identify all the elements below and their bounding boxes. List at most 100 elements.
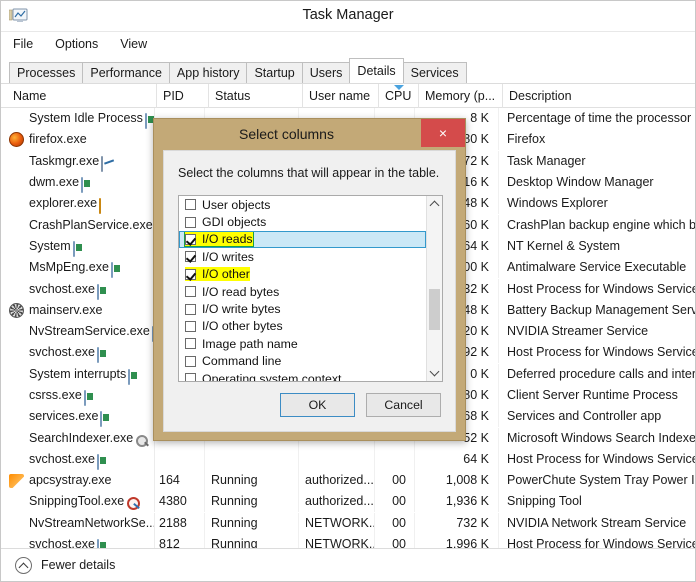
- list-item[interactable]: Command line: [179, 353, 426, 370]
- column-header-name[interactable]: Name: [7, 84, 157, 108]
- list-item[interactable]: GDI objects: [179, 213, 426, 230]
- select-columns-dialog: Select columns × Select the columns that…: [153, 118, 466, 441]
- process-name-cell: NvStreamNetworkSe...: [7, 512, 155, 534]
- ok-button[interactable]: OK: [280, 393, 355, 417]
- task-manager-window: Task Manager File Options View Processes…: [0, 0, 696, 582]
- list-item-label: I/O other bytes: [202, 319, 283, 334]
- fewer-details-button[interactable]: Fewer details: [41, 558, 115, 572]
- list-item-content: Image path name: [185, 337, 298, 351]
- tab-details[interactable]: Details: [349, 58, 404, 83]
- checkbox-icon[interactable]: [185, 320, 196, 332]
- tab-services[interactable]: Services: [402, 62, 467, 83]
- checkbox-icon[interactable]: [185, 199, 196, 211]
- checkbox-icon[interactable]: [185, 373, 196, 381]
- column-header-status[interactable]: Status: [209, 84, 303, 108]
- checkbox-icon[interactable]: [185, 303, 196, 315]
- list-item[interactable]: I/O write bytes: [179, 300, 426, 317]
- menu-bar: File Options View: [1, 32, 695, 55]
- generic-process-icon: [110, 262, 113, 279]
- list-item[interactable]: I/O reads: [179, 230, 426, 249]
- list-item[interactable]: I/O read bytes: [179, 283, 426, 300]
- list-item-label: I/O reads: [202, 232, 253, 247]
- list-item-content: I/O read bytes: [185, 285, 279, 299]
- process-name-cell: explorer.exe: [7, 193, 155, 215]
- process-pid-cell: 2188: [157, 512, 205, 534]
- list-item[interactable]: I/O other bytes: [179, 318, 426, 335]
- process-description-cell: PowerChute System Tray Power Icon: [507, 473, 695, 488]
- process-status-cell: [209, 448, 299, 470]
- scroll-up-icon[interactable]: [427, 196, 442, 212]
- scroll-down-icon[interactable]: [427, 365, 442, 381]
- process-memory-cell: 732 K: [419, 512, 499, 534]
- process-description-cell: Host Process for Windows Services: [507, 281, 695, 296]
- list-item[interactable]: User objects: [179, 196, 426, 213]
- process-status-cell: Running: [209, 470, 299, 492]
- apc-tray-icon: [9, 474, 24, 489]
- table-row[interactable]: svchost.exe 64 K Host Process for Windows …: [1, 448, 695, 470]
- list-item-content: GDI objects: [185, 215, 266, 229]
- close-icon[interactable]: ×: [421, 119, 465, 147]
- checkbox-checked-icon[interactable]: [185, 233, 196, 245]
- cancel-button[interactable]: Cancel: [366, 393, 441, 417]
- process-pid-cell: [157, 448, 205, 470]
- process-name-cell: mainserv.exe: [7, 299, 155, 321]
- checkbox-icon[interactable]: [185, 286, 196, 298]
- tab-startup[interactable]: Startup: [246, 62, 303, 83]
- menu-file[interactable]: File: [11, 36, 35, 52]
- column-header-memory[interactable]: Memory (p...: [419, 84, 503, 108]
- process-description-cell: Battery Backup Management Service: [507, 302, 695, 317]
- list-item[interactable]: Operating system context: [179, 370, 426, 381]
- checkbox-checked-icon[interactable]: [185, 251, 196, 263]
- tab-processes[interactable]: Processes: [9, 62, 84, 83]
- table-row[interactable]: SnippingTool.exe 4380 Running authorized...…: [1, 491, 695, 513]
- dialog-title: Select columns: [239, 126, 334, 142]
- tab-users[interactable]: Users: [301, 62, 351, 83]
- checkbox-checked-icon[interactable]: [185, 268, 196, 280]
- listbox-scrollbar[interactable]: [426, 196, 442, 381]
- process-description-cell: NVIDIA Streamer Service: [507, 324, 649, 339]
- process-memory-cell: 64 K: [419, 448, 499, 470]
- menu-options[interactable]: Options: [53, 36, 100, 52]
- status-bar: Fewer details: [1, 548, 695, 581]
- process-pid-cell: 164: [157, 470, 205, 492]
- column-header-user-name[interactable]: User name: [303, 84, 379, 108]
- dialog-instruction: Select the columns that will appear in t…: [178, 166, 440, 180]
- list-item-content: Command line: [185, 354, 281, 368]
- process-description-cell: Host Process for Windows Services: [507, 345, 695, 360]
- checkbox-icon[interactable]: [185, 216, 196, 228]
- process-cpu-cell: 00: [379, 512, 415, 534]
- process-cpu-cell: 00: [379, 470, 415, 492]
- scrollbar-thumb[interactable]: [429, 289, 440, 330]
- list-item-label: Image path name: [202, 336, 298, 351]
- title-bar: Task Manager: [1, 1, 695, 32]
- tab-performance[interactable]: Performance: [82, 62, 170, 83]
- column-header-pid[interactable]: PID: [157, 84, 209, 108]
- list-item[interactable]: Image path name: [179, 335, 426, 352]
- process-description-cell: Desktop Window Manager: [507, 175, 654, 190]
- table-row[interactable]: apcsystray.exe 164 Running authorized... 00 1…: [1, 470, 695, 492]
- list-item[interactable]: I/O other: [179, 266, 426, 283]
- process-name-cell: System: [7, 235, 155, 257]
- process-description-cell: NT Kernel & System: [507, 238, 621, 253]
- process-name-cell: svchost.exe: [7, 448, 155, 470]
- list-item-label: GDI objects: [202, 215, 267, 230]
- checkbox-icon[interactable]: [185, 338, 196, 350]
- tab-app-history[interactable]: App history: [168, 62, 248, 83]
- list-item[interactable]: I/O writes: [179, 248, 426, 265]
- generic-process-icon: [97, 347, 100, 364]
- process-name-cell: System interrupts: [7, 363, 155, 385]
- columns-listbox[interactable]: User objects GDI objects I/O reads I/O writ…: [178, 195, 443, 382]
- column-header-description[interactable]: Description: [503, 84, 695, 108]
- menu-view[interactable]: View: [118, 36, 149, 52]
- generic-process-icon: [144, 113, 147, 130]
- process-user-cell: authorized...: [303, 491, 375, 513]
- table-row[interactable]: NvStreamNetworkSe... 2188 Running NETWORK..…: [1, 512, 695, 534]
- generic-process-icon: [81, 177, 84, 194]
- chevron-up-circle-icon[interactable]: [15, 556, 32, 574]
- process-description-cell: Firefox: [507, 132, 546, 147]
- process-name-cell: NvStreamService.exe: [7, 321, 155, 343]
- list-item-label: Command line: [202, 354, 282, 369]
- process-pid-cell: 4380: [157, 491, 205, 513]
- process-status-cell: Running: [209, 512, 299, 534]
- checkbox-icon[interactable]: [185, 355, 196, 367]
